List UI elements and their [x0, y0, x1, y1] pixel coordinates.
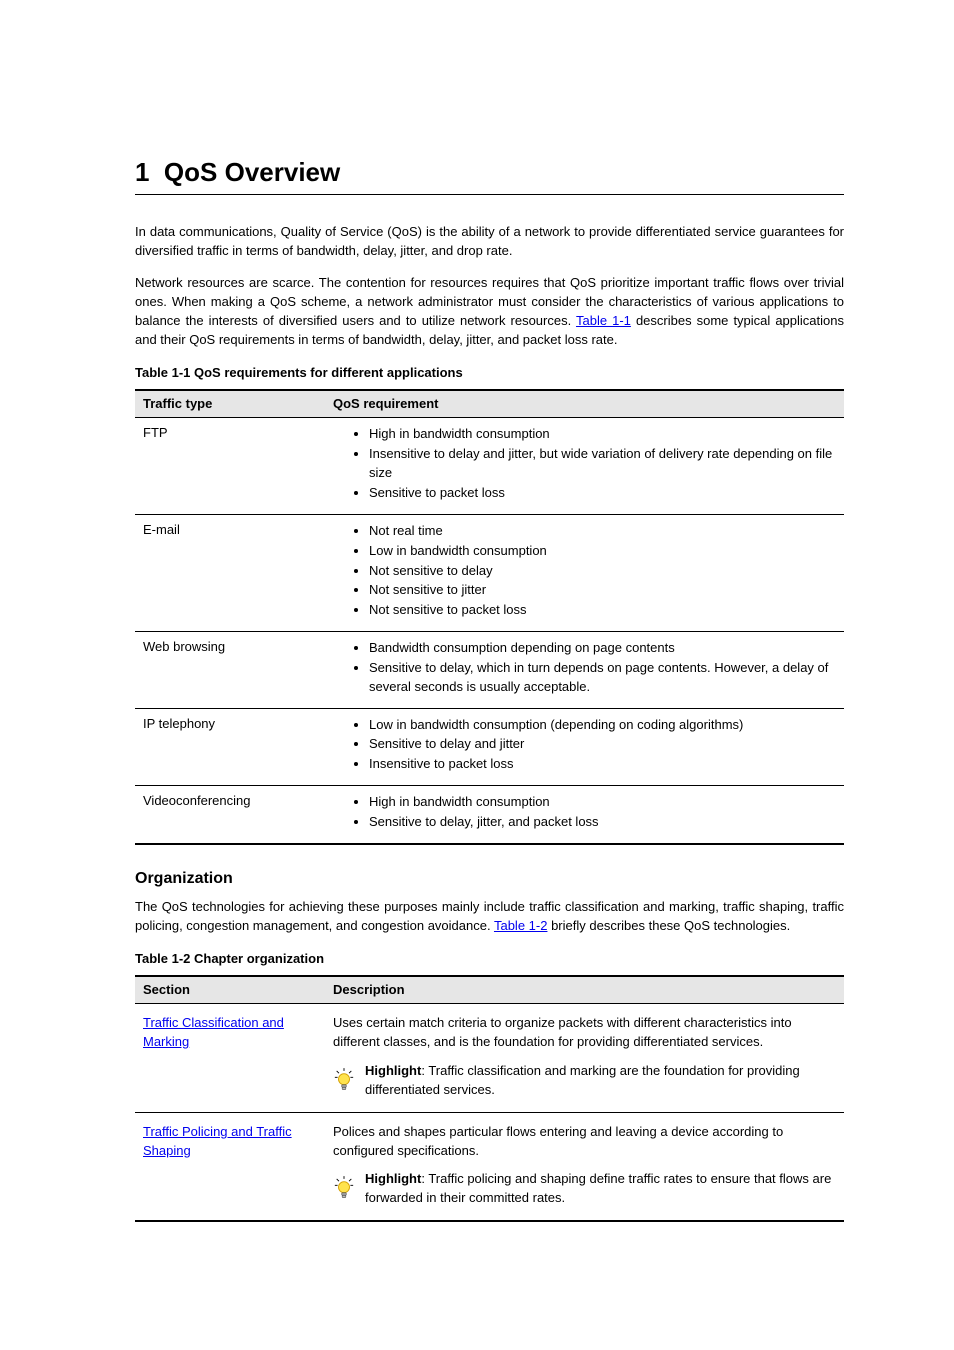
table-2-caption: Table 1-2 Chapter organization [135, 950, 844, 969]
list-item: Low in bandwidth consumption (depending … [369, 716, 836, 735]
table-2-link[interactable]: Table 1-2 [494, 918, 547, 933]
list-item: Insensitive to delay and jitter, but wid… [369, 445, 836, 483]
bullet-list: Low in bandwidth consumption (depending … [333, 716, 836, 775]
bullet-list: Bandwidth consumption depending on page … [333, 639, 836, 697]
chapter-title: QoS Overview [164, 157, 340, 187]
desc-cell-0: Uses certain match criteria to organize … [325, 1004, 844, 1112]
table-row: IP telephony Low in bandwidth consumptio… [135, 708, 844, 786]
list-item: High in bandwidth consumption [369, 793, 836, 812]
bullet-list: Not real time Low in bandwidth consumpti… [333, 522, 836, 620]
traffic-type-2: Web browsing [135, 632, 325, 709]
heading-rule [135, 194, 844, 195]
highlight-label: Highlight [365, 1063, 421, 1078]
table-2-header-row: Section Description [135, 976, 844, 1004]
traffic-type-3: IP telephony [135, 708, 325, 786]
table-1-caption: Table 1-1 QoS requirements for different… [135, 364, 844, 383]
chapter-heading: 1 QoS Overview [135, 154, 844, 192]
section-link-policing[interactable]: Traffic Policing and Traffic Shaping [143, 1123, 317, 1161]
table-1-link[interactable]: Table 1-1 [576, 313, 631, 328]
table-row: E-mail Not real time Low in bandwidth co… [135, 514, 844, 631]
table-1: Traffic type QoS requirement FTP High in… [135, 389, 844, 845]
desc-text-0: Uses certain match criteria to organize … [333, 1015, 792, 1049]
list-item: Not real time [369, 522, 836, 541]
intro-para-1: In data communications, Quality of Servi… [135, 223, 844, 261]
traffic-type-0: FTP [135, 418, 325, 514]
lightbulb-icon [333, 1068, 355, 1094]
traffic-req-2: Bandwidth consumption depending on page … [325, 632, 844, 709]
traffic-req-3: Low in bandwidth consumption (depending … [325, 708, 844, 786]
table-2-th-section: Section [135, 976, 325, 1004]
traffic-req-1: Not real time Low in bandwidth consumpti… [325, 514, 844, 631]
organization-heading: Organization [135, 867, 844, 890]
section-link-classification[interactable]: Traffic Classification and Marking [143, 1014, 317, 1052]
highlight-text-1: Highlight: Traffic policing and shaping … [365, 1170, 836, 1208]
list-item: Low in bandwidth consumption [369, 542, 836, 561]
highlight-label: Highlight [365, 1171, 421, 1186]
list-item: Sensitive to delay, which in turn depend… [369, 659, 836, 697]
intro-para-2: Network resources are scarce. The conten… [135, 274, 844, 349]
list-item: Sensitive to packet loss [369, 484, 836, 503]
section-cell-0: Traffic Classification and Marking [135, 1004, 325, 1112]
list-item: Not sensitive to jitter [369, 581, 836, 600]
section-cell-1: Traffic Policing and Traffic Shaping [135, 1112, 325, 1221]
table-row: Traffic Classification and Marking Uses … [135, 1004, 844, 1112]
list-item: Not sensitive to packet loss [369, 601, 836, 620]
list-item: Bandwidth consumption depending on page … [369, 639, 836, 658]
traffic-req-0: High in bandwidth consumption Insensitiv… [325, 418, 844, 514]
highlight-block: Highlight: Traffic policing and shaping … [333, 1170, 836, 1208]
organization-para: The QoS technologies for achieving these… [135, 898, 844, 936]
page: 1 QoS Overview In data communications, Q… [0, 0, 954, 1350]
table-1-th-type: Traffic type [135, 390, 325, 418]
chapter-number: 1 [135, 157, 149, 187]
table-2-caption-text: Table 1-2 Chapter organization [135, 951, 324, 966]
desc-text-1: Polices and shapes particular flows ente… [333, 1124, 783, 1158]
table-row: Traffic Policing and Traffic Shaping Pol… [135, 1112, 844, 1221]
bullet-list: High in bandwidth consumption Sensitive … [333, 793, 836, 832]
table-1-header-row: Traffic type QoS requirement [135, 390, 844, 418]
org-para-b: briefly describes these QoS technologies… [547, 918, 790, 933]
list-item: Sensitive to delay, jitter, and packet l… [369, 813, 836, 832]
table-row: Web browsing Bandwidth consumption depen… [135, 632, 844, 709]
table-1-th-req: QoS requirement [325, 390, 844, 418]
list-item: Insensitive to packet loss [369, 755, 836, 774]
highlight-body-1: : Traffic policing and shaping define tr… [365, 1171, 831, 1205]
list-item: Not sensitive to delay [369, 562, 836, 581]
desc-cell-1: Polices and shapes particular flows ente… [325, 1112, 844, 1221]
highlight-block: Highlight: Traffic classification and ma… [333, 1062, 836, 1100]
table-2: Section Description Traffic Classificati… [135, 975, 844, 1223]
list-item: Sensitive to delay and jitter [369, 735, 836, 754]
bullet-list: High in bandwidth consumption Insensitiv… [333, 425, 836, 502]
traffic-req-4: High in bandwidth consumption Sensitive … [325, 786, 844, 844]
lightbulb-icon [333, 1176, 355, 1202]
highlight-text-0: Highlight: Traffic classification and ma… [365, 1062, 836, 1100]
table-1-caption-text: Table 1-1 QoS requirements for different… [135, 365, 463, 380]
table-2-th-desc: Description [325, 976, 844, 1004]
traffic-type-4: Videoconferencing [135, 786, 325, 844]
table-row: Videoconferencing High in bandwidth cons… [135, 786, 844, 844]
table-row: FTP High in bandwidth consumption Insens… [135, 418, 844, 514]
traffic-type-1: E-mail [135, 514, 325, 631]
list-item: High in bandwidth consumption [369, 425, 836, 444]
highlight-body-0: : Traffic classification and marking are… [365, 1063, 800, 1097]
